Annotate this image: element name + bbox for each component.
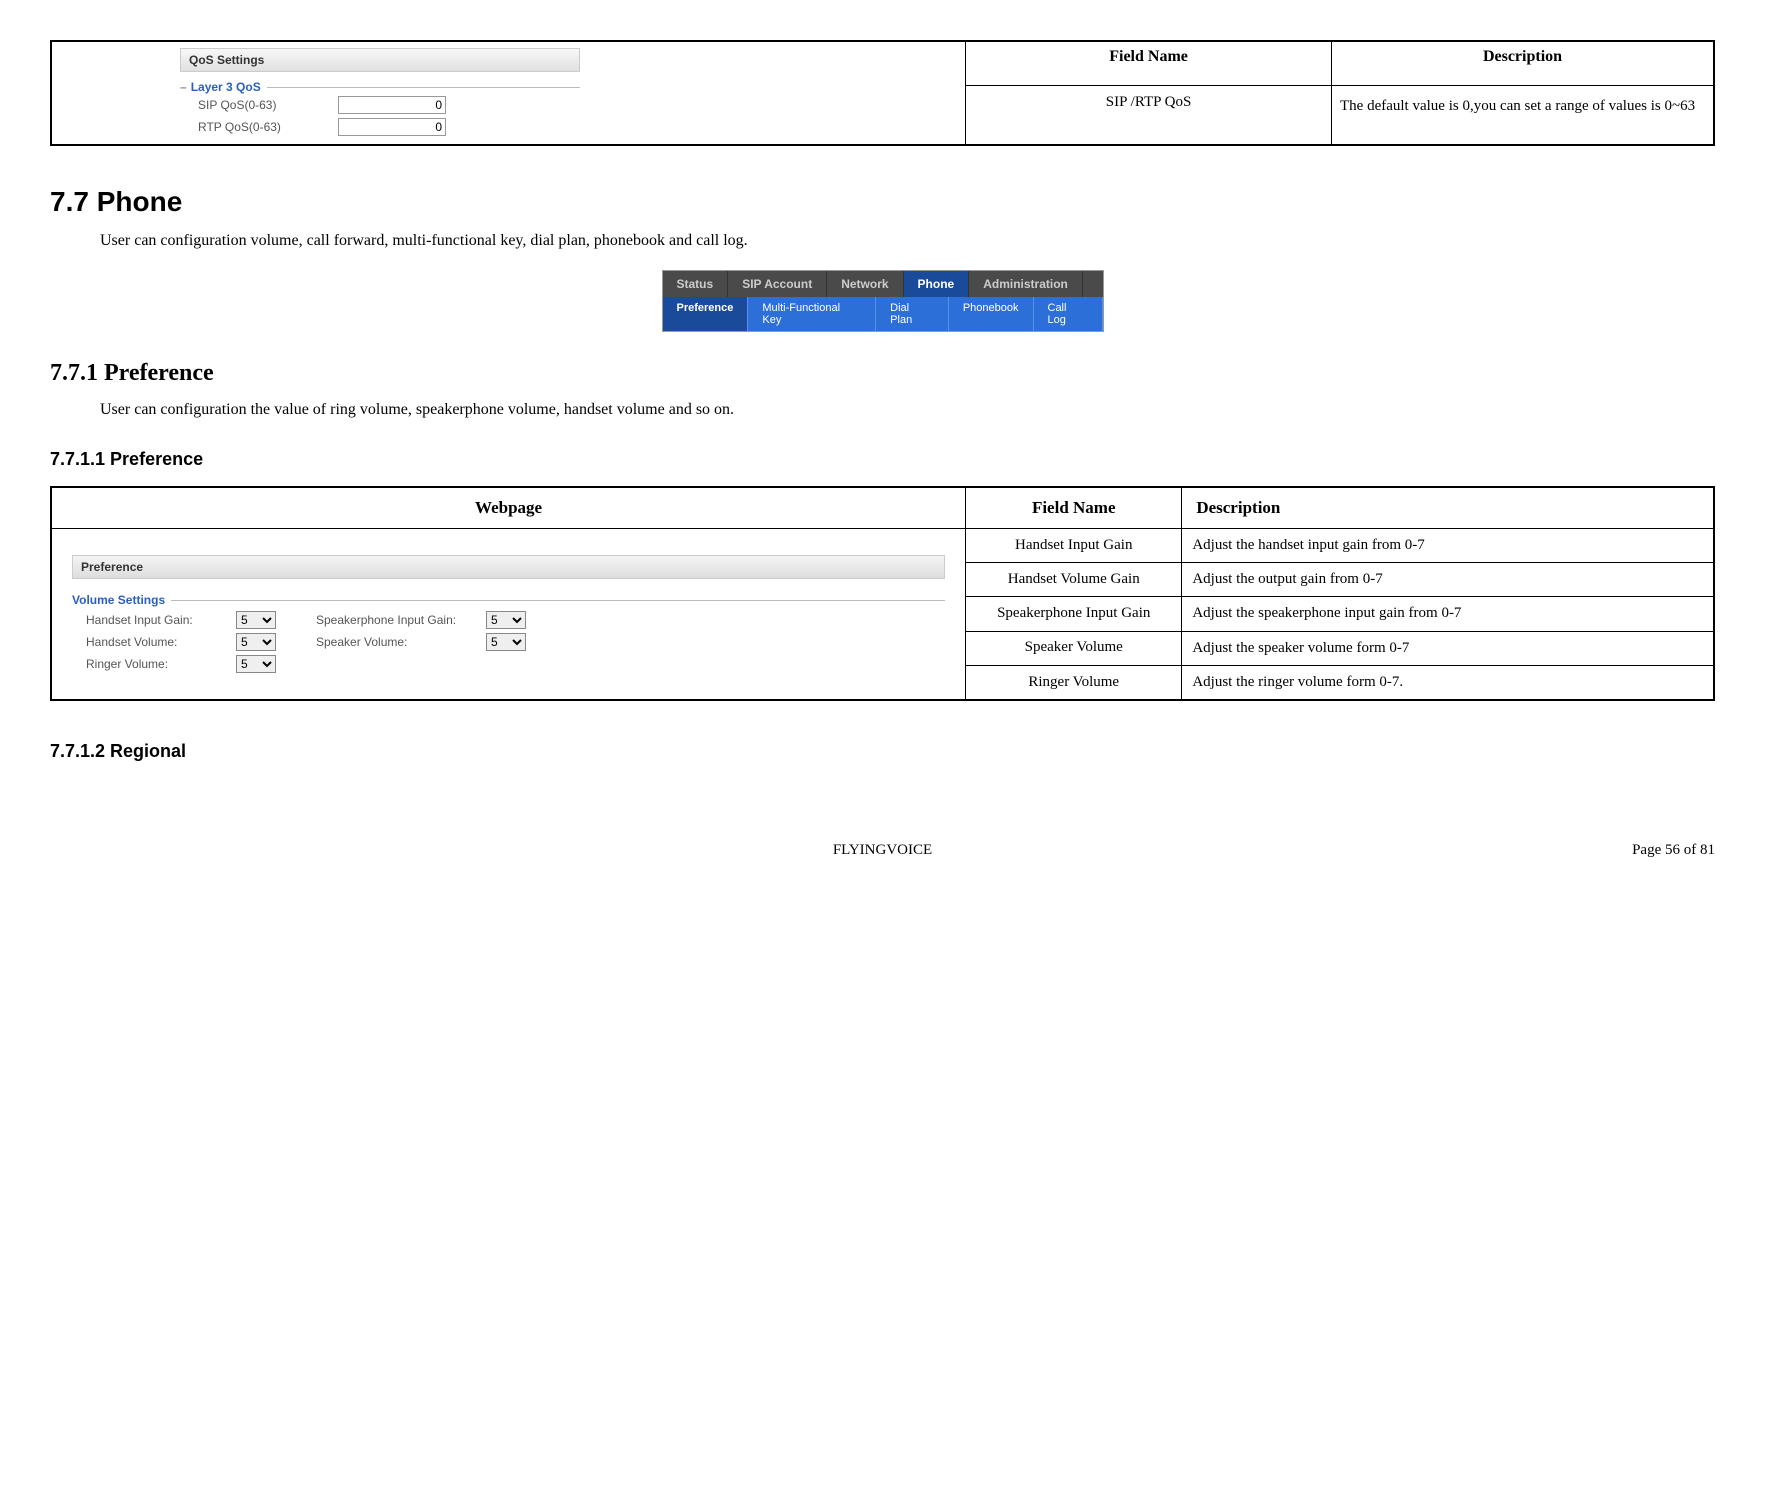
handset-input-gain-field: Handset Input Gain: 5 — [86, 611, 276, 629]
qos-fieldset-label: – Layer 3 QoS — [180, 80, 580, 94]
pref-th-field: Field Name — [966, 487, 1182, 529]
body-7-7: User can configuration volume, call forw… — [100, 232, 1715, 250]
body-7-7-1: User can configuration the value of ring… — [100, 401, 1715, 419]
qos-row-desc: The default value is 0,you can set a ran… — [1332, 86, 1715, 145]
pref-webpage-cell: Preference Volume Settings Handset Input… — [51, 529, 966, 701]
speakerphone-input-gain-field: Speakerphone Input Gain: 5 — [316, 611, 526, 629]
tab-sip-account[interactable]: SIP Account — [728, 271, 827, 297]
pref-row-field: Handset Input Gain — [966, 529, 1182, 563]
pref-row-field: Speakerphone Input Gain — [966, 597, 1182, 631]
volume-settings-text: Volume Settings — [72, 593, 165, 607]
hig-label: Handset Input Gain: — [86, 613, 236, 627]
preference-panel: Preference Volume Settings Handset Input… — [60, 535, 957, 693]
subtab-preference[interactable]: Preference — [663, 297, 749, 331]
pref-row-field: Ringer Volume — [966, 665, 1182, 700]
pref-row-desc: Adjust the speakerphone input gain from … — [1182, 597, 1714, 631]
rtp-qos-input[interactable] — [338, 118, 446, 136]
qos-panel-title: QoS Settings — [180, 48, 580, 72]
ringer-volume-field: Ringer Volume: 5 — [86, 655, 276, 673]
heading-7-7-1: 7.7.1 Preference — [50, 360, 1715, 387]
rtp-qos-row: RTP QoS(0-63) — [180, 116, 580, 138]
qos-settings-panel: QoS Settings – Layer 3 QoS SIP QoS(0-63)… — [180, 48, 580, 138]
qos-webpage-cell: QoS Settings – Layer 3 QoS SIP QoS(0-63)… — [51, 41, 966, 145]
collapse-dash-icon: – — [180, 80, 187, 94]
pref-th-desc: Description — [1182, 487, 1714, 529]
sig-select[interactable]: 5 — [486, 611, 526, 629]
subtab-phonebook[interactable]: Phonebook — [949, 297, 1034, 331]
rv-label: Ringer Volume: — [86, 657, 236, 671]
heading-7-7: 7.7 Phone — [50, 186, 1715, 218]
pref-panel-title: Preference — [72, 555, 945, 579]
layer3-label: Layer 3 QoS — [191, 80, 261, 94]
pref-row-desc: Adjust the speaker volume form 0-7 — [1182, 631, 1714, 665]
speaker-volume-field: Speaker Volume: 5 — [316, 633, 526, 651]
volume-fields: Handset Input Gain: 5 Handset Volume: 5 … — [72, 611, 945, 673]
sip-qos-input[interactable] — [338, 96, 446, 114]
volume-settings-label: Volume Settings — [72, 593, 945, 607]
subtab-dial-plan[interactable]: Dial Plan — [876, 297, 949, 331]
rtp-qos-label: RTP QoS(0-63) — [198, 120, 338, 134]
qos-row-field: SIP /RTP QoS — [966, 86, 1332, 145]
rv-select[interactable]: 5 — [236, 655, 276, 673]
pref-row-desc: Adjust the output gain from 0-7 — [1182, 563, 1714, 597]
qos-th-field: Field Name — [966, 41, 1332, 86]
subtab-call-log[interactable]: Call Log — [1034, 297, 1103, 331]
pref-th-web: Webpage — [51, 487, 966, 529]
heading-7-7-1-1: 7.7.1.1 Preference — [50, 449, 1715, 470]
handset-volume-field: Handset Volume: 5 — [86, 633, 276, 651]
tabs-row-sub: Preference Multi-Functional Key Dial Pla… — [663, 297, 1103, 331]
sv-select[interactable]: 5 — [486, 633, 526, 651]
heading-7-7-1-2: 7.7.1.2 Regional — [50, 741, 1715, 762]
divider-line — [267, 87, 580, 88]
hv-label: Handset Volume: — [86, 635, 236, 649]
footer-page: Page 56 of 81 — [1632, 842, 1715, 859]
sip-qos-row: SIP QoS(0-63) — [180, 94, 580, 116]
hv-select[interactable]: 5 — [236, 633, 276, 651]
pref-row-field: Speaker Volume — [966, 631, 1182, 665]
tab-status[interactable]: Status — [663, 271, 729, 297]
tab-administration[interactable]: Administration — [969, 271, 1083, 297]
sip-qos-label: SIP QoS(0-63) — [198, 98, 338, 112]
pref-row-desc: Adjust the ringer volume form 0-7. — [1182, 665, 1714, 700]
volume-col-right: Speakerphone Input Gain: 5 Speaker Volum… — [316, 611, 526, 673]
sig-label: Speakerphone Input Gain: — [316, 613, 486, 627]
sv-label: Speaker Volume: — [316, 635, 486, 649]
qos-table: QoS Settings – Layer 3 QoS SIP QoS(0-63)… — [50, 40, 1715, 146]
qos-th-desc: Description — [1332, 41, 1715, 86]
preference-table: Webpage Field Name Description Preferenc… — [50, 486, 1715, 701]
footer-center: FLYINGVOICE — [833, 842, 932, 859]
subtab-multi-key[interactable]: Multi-Functional Key — [748, 297, 876, 331]
volume-col-left: Handset Input Gain: 5 Handset Volume: 5 … — [86, 611, 276, 673]
tab-phone[interactable]: Phone — [904, 271, 970, 297]
pref-row-field: Handset Volume Gain — [966, 563, 1182, 597]
tab-network[interactable]: Network — [827, 271, 903, 297]
nav-tabs-screenshot: Status SIP Account Network Phone Adminis… — [662, 270, 1104, 332]
tabs-row-main: Status SIP Account Network Phone Adminis… — [663, 271, 1103, 297]
hig-select[interactable]: 5 — [236, 611, 276, 629]
divider-line — [171, 600, 945, 601]
pref-row-desc: Adjust the handset input gain from 0-7 — [1182, 529, 1714, 563]
